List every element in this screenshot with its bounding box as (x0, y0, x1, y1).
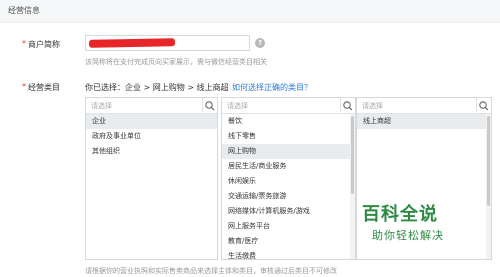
page: 经营信息 * 商户简称 ? 该简称将在支付完成页向买家展示，需与微信经营类目相关… (0, 0, 500, 277)
category-bottom-note: 请根据你的营业执照和实际售卖商品来选择主体和类目，审核通过后类目不可修改 (85, 267, 337, 275)
list-item[interactable]: 线上商超 (357, 114, 491, 129)
panel-search-bar: 请选择 (357, 98, 491, 114)
panel-search-input[interactable]: 请选择 (227, 101, 248, 111)
list-item[interactable]: 网上服务平台 (222, 219, 355, 234)
magnifier-icon[interactable] (340, 98, 355, 112)
list-item[interactable]: 线下零售 (222, 129, 355, 144)
panel-search-input[interactable]: 请选择 (362, 101, 383, 111)
category-help-link[interactable]: 如何选择正确的类目？ (232, 82, 312, 93)
list-item[interactable]: 休闲娱乐 (222, 174, 355, 189)
category-panel-level1: 请选择 企业 政府及事业单位 其他组织 (85, 97, 218, 260)
merchant-name-label: 商户简称 (28, 40, 60, 49)
list-item[interactable]: 交通运输/票务旅游 (222, 189, 355, 204)
list-item[interactable]: 生活缴费 (222, 249, 355, 259)
scrollbar-thumb[interactable] (487, 116, 490, 206)
magnifier-icon[interactable] (202, 98, 217, 112)
section-header: 经营信息 (0, 0, 500, 23)
category-panel-level2: 请选择 餐饮 线下零售 网上购物 居民生活/商业服务 休闲娱乐 交通运输/票务旅… (221, 97, 356, 260)
panel-search-bar: 请选择 (86, 98, 217, 114)
panel-search-bar: 请选择 (222, 98, 355, 114)
watermark-logo: 百科全说 助你轻松解决 (362, 200, 492, 250)
selected-category-path: 你已选择：企业 > 网上购物 > 线上商超 (85, 83, 229, 92)
list-item[interactable]: 居民生活/商业服务 (222, 159, 355, 174)
list-item[interactable]: 餐饮 (222, 114, 355, 129)
required-mark: * (22, 39, 26, 48)
list-item[interactable]: 教育/医疗 (222, 234, 355, 249)
scrollbar[interactable] (350, 114, 355, 259)
merchant-name-hint: 该简称将在支付完成页向买家展示，需与微信经营类目相关 (85, 58, 267, 66)
section-title: 经营信息 (8, 6, 40, 15)
list-item[interactable]: 其他组织 (86, 144, 217, 159)
watermark-title: 百科全说 (362, 204, 438, 225)
panel-search-input[interactable]: 请选择 (91, 101, 112, 111)
required-mark: * (22, 82, 26, 91)
watermark-subtitle: 助你轻松解决 (372, 229, 444, 242)
category-label: 经营类目 (28, 83, 60, 92)
panel-list: 企业 政府及事业单位 其他组织 (86, 114, 217, 259)
list-item[interactable]: 企业 (86, 114, 217, 129)
scrollbar-thumb[interactable] (351, 116, 354, 194)
list-item[interactable]: 网上购物 (222, 144, 355, 159)
magnifier-icon[interactable] (476, 98, 491, 112)
list-item[interactable]: 政府及事业单位 (86, 129, 217, 144)
redaction-mark (88, 38, 176, 48)
panel-list: 餐饮 线下零售 网上购物 居民生活/商业服务 休闲娱乐 交通运输/票务旅游 网络… (222, 114, 355, 259)
list-item[interactable]: 网络媒体/计算机服务/游戏 (222, 204, 355, 219)
question-circle-icon[interactable]: ? (255, 38, 265, 48)
